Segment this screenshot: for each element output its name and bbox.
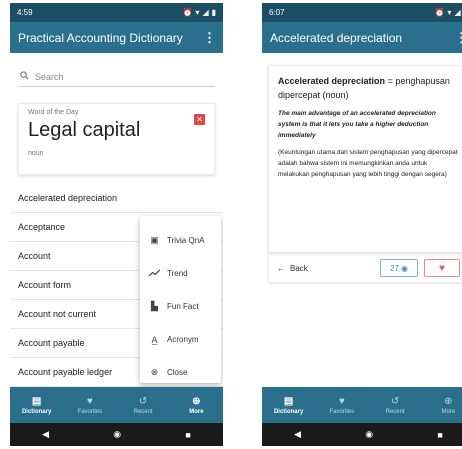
phone-screen-dictionary: 4:59 ⏰ ▾ ◢ ▮ Practical Accounting Dictio… <box>10 3 223 446</box>
nav-dictionary[interactable]: ▤ Dictionary <box>10 387 63 423</box>
app-title: Practical Accounting Dictionary <box>18 30 183 45</box>
example-sentence: The main advantage of an accelerated dep… <box>278 110 436 139</box>
menu-item-label: Fun Fact <box>167 302 199 311</box>
alarm-icon: ⏰ <box>182 8 193 17</box>
heart-icon: ♥ <box>86 395 93 407</box>
battery-icon: ▮ <box>211 8 216 17</box>
nav-label: Favorites <box>329 408 355 415</box>
trivia-icon: ▣ <box>150 235 159 245</box>
word-of-the-day-term: Legal capital <box>28 119 141 141</box>
fun-fact-icon: ▙ <box>151 301 158 311</box>
favorite-button[interactable]: ♥ <box>424 259 460 277</box>
close-icon: ⊗ <box>150 367 159 377</box>
menu-item-trend[interactable]: Trend <box>140 257 221 290</box>
menu-item-fun-fact[interactable]: ▙ Fun Fact <box>140 290 221 323</box>
nav-more[interactable]: ⊕ More <box>170 387 223 423</box>
overflow-menu-icon[interactable]: ⋮ <box>455 30 462 46</box>
phone-screen-definition: 6:07 ⏰ ▾ ◢ ▮ Accelerated depreciation ⋮ … <box>262 3 462 446</box>
acronym-icon: A̲ <box>151 334 158 345</box>
overflow-menu-icon[interactable]: ⋮ <box>203 30 216 46</box>
book-icon: ▤ <box>31 395 42 407</box>
nav-label: More <box>189 408 204 415</box>
app-bar: Accelerated depreciation ⋮ <box>262 22 462 53</box>
nav-recent[interactable]: ↺ Recent <box>369 387 422 423</box>
menu-item-label: Trend <box>167 269 188 278</box>
action-buttons: 27 ◉ ♥ <box>380 259 460 277</box>
nav-favorites[interactable]: ♥ Favorites <box>63 387 116 423</box>
nav-label: Favorites <box>77 408 103 415</box>
system-navigation-bar: ◀ ◉ ■ <box>10 423 223 446</box>
status-bar: 4:59 ⏰ ▾ ◢ ▮ <box>10 3 223 22</box>
nav-recent[interactable]: ↺ Recent <box>117 387 170 423</box>
definition-card: Accelerated depreciation = penghapusan d… <box>268 65 462 253</box>
signal-icon: ◢ <box>454 8 461 17</box>
back-label: Back <box>290 263 308 273</box>
nav-dictionary[interactable]: ▤ Dictionary <box>262 387 315 423</box>
app-bar: Practical Accounting Dictionary ⋮ <box>10 22 223 53</box>
signal-icon: ◢ <box>202 8 209 17</box>
nav-label: Dictionary <box>273 408 304 415</box>
list-item[interactable]: Accelerated depreciation <box>10 184 223 213</box>
definition-heading: Accelerated depreciation = penghapusan d… <box>278 74 459 102</box>
search-field[interactable]: Search <box>18 67 215 87</box>
back-triangle-icon[interactable]: ◀ <box>294 429 301 440</box>
plus-icon: ⊕ <box>192 395 201 407</box>
book-icon: ▤ <box>283 395 294 407</box>
example-translation: (Keuntungan utama dari sistem penghapusa… <box>278 149 458 178</box>
recents-square-icon[interactable]: ■ <box>437 430 442 440</box>
menu-item-label: Trivia QnA <box>167 236 205 245</box>
nav-label: Recent <box>385 408 405 415</box>
status-bar: 6:07 ⏰ ▾ ◢ ▮ <box>262 3 462 22</box>
nav-more[interactable]: ⊕ More <box>422 387 462 423</box>
nav-label: Recent <box>133 408 153 415</box>
more-popup-menu: ▣ Trivia QnA Trend ▙ Fun Fact A̲ Acronym… <box>140 216 221 383</box>
bottom-navigation: ▤ Dictionary ♥ Favorites ↺ Recent ⊕ More <box>10 387 223 423</box>
nav-label: More <box>441 408 456 415</box>
menu-item-acronym[interactable]: A̲ Acronym <box>140 323 221 356</box>
word-of-the-day-caption: Word of the Day <box>28 109 79 116</box>
views-count: 27 <box>390 263 399 273</box>
status-time: 4:59 <box>17 8 33 17</box>
app-title: Accelerated depreciation <box>270 30 403 45</box>
menu-item-label: Close <box>167 368 188 377</box>
system-navigation-bar: ◀ ◉ ■ <box>262 423 462 446</box>
word-of-the-day-pos: noun <box>28 150 44 157</box>
status-icons: ⏰ ▾ ◢ ▮ <box>182 8 216 17</box>
search-icon <box>20 71 29 82</box>
home-circle-icon[interactable]: ◉ <box>365 429 373 440</box>
menu-item-close[interactable]: ⊗ Close <box>140 356 221 389</box>
status-time: 6:07 <box>269 8 285 17</box>
history-icon: ↺ <box>390 395 400 407</box>
definition-actions: ← Back 27 ◉ ♥ <box>268 253 462 283</box>
close-icon[interactable]: ✕ <box>194 114 205 125</box>
menu-item-label: Acronym <box>167 335 199 344</box>
heart-icon: ♥ <box>439 262 445 274</box>
nav-favorites[interactable]: ♥ Favorites <box>315 387 368 423</box>
back-button[interactable]: ← Back <box>277 264 308 273</box>
wifi-icon: ▾ <box>195 8 200 17</box>
menu-item-trivia[interactable]: ▣ Trivia QnA <box>140 224 221 257</box>
nav-label: Dictionary <box>21 408 52 415</box>
recents-square-icon[interactable]: ■ <box>185 430 190 440</box>
word-of-the-day-card[interactable]: Word of the Day Legal capital noun ✕ <box>18 103 215 175</box>
plus-icon: ⊕ <box>444 395 453 407</box>
search-placeholder: Search <box>35 71 64 82</box>
wifi-icon: ▾ <box>447 8 452 17</box>
history-icon: ↺ <box>138 395 148 407</box>
heart-icon: ♥ <box>338 395 345 407</box>
trend-icon <box>148 269 161 279</box>
home-circle-icon[interactable]: ◉ <box>113 429 121 440</box>
views-button[interactable]: 27 ◉ <box>380 259 418 277</box>
status-icons: ⏰ ▾ ◢ ▮ <box>434 8 462 17</box>
eye-icon: ◉ <box>400 263 408 273</box>
alarm-icon: ⏰ <box>434 8 445 17</box>
back-triangle-icon[interactable]: ◀ <box>42 429 49 440</box>
arrow-left-icon: ← <box>277 263 285 273</box>
bottom-navigation: ▤ Dictionary ♥ Favorites ↺ Recent ⊕ More <box>262 387 462 423</box>
definition-term: Accelerated depreciation <box>278 76 386 86</box>
